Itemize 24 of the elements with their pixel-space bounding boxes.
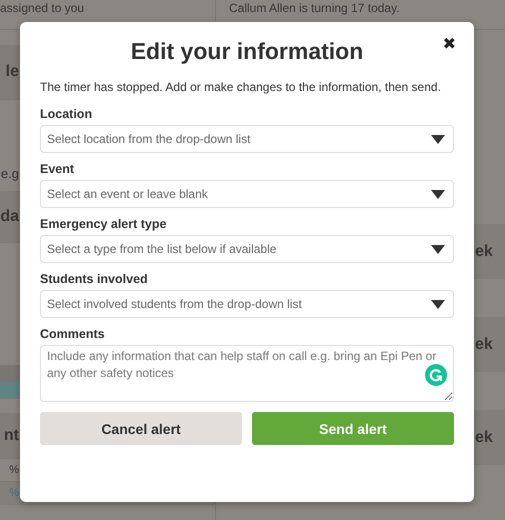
dropdown-field[interactable]: Select involved students from the drop-down list — [40, 290, 454, 318]
send-button[interactable]: Send alert — [252, 412, 454, 445]
dropdown-field[interactable]: Select location from the drop-down list — [40, 125, 454, 153]
row-heading: ek — [475, 428, 493, 446]
close-button[interactable]: ✖ — [442, 34, 456, 53]
percent-text: % — [9, 464, 19, 476]
comments-field[interactable]: Include any information that can help staff on call e.g. bring an Epi Pen or any other safety notices — [40, 345, 454, 402]
field-label: Emergency alert type — [40, 217, 168, 231]
field-label: Students involved — [40, 272, 149, 286]
dropdown-field[interactable]: Select an event or leave blank — [40, 180, 454, 208]
caret-icon — [431, 190, 445, 198]
field-label: Event — [40, 162, 76, 176]
field-label: Comments — [40, 327, 106, 341]
dropdown-field[interactable]: Select a type from the list below if available — [40, 235, 454, 263]
notice-text: Callum Allen is turning 17 today. — [229, 1, 400, 15]
row-heading: ek — [475, 336, 493, 354]
cancel-button[interactable]: Cancel alert — [40, 412, 242, 445]
caret-icon — [431, 134, 445, 144]
field-label: Location — [40, 107, 94, 121]
notice-text: assigned to you — [0, 1, 84, 15]
row-heading: ek — [475, 242, 493, 260]
caret-icon — [431, 300, 445, 308]
caret-icon — [431, 244, 445, 254]
row-text: e.g — [0, 166, 19, 180]
